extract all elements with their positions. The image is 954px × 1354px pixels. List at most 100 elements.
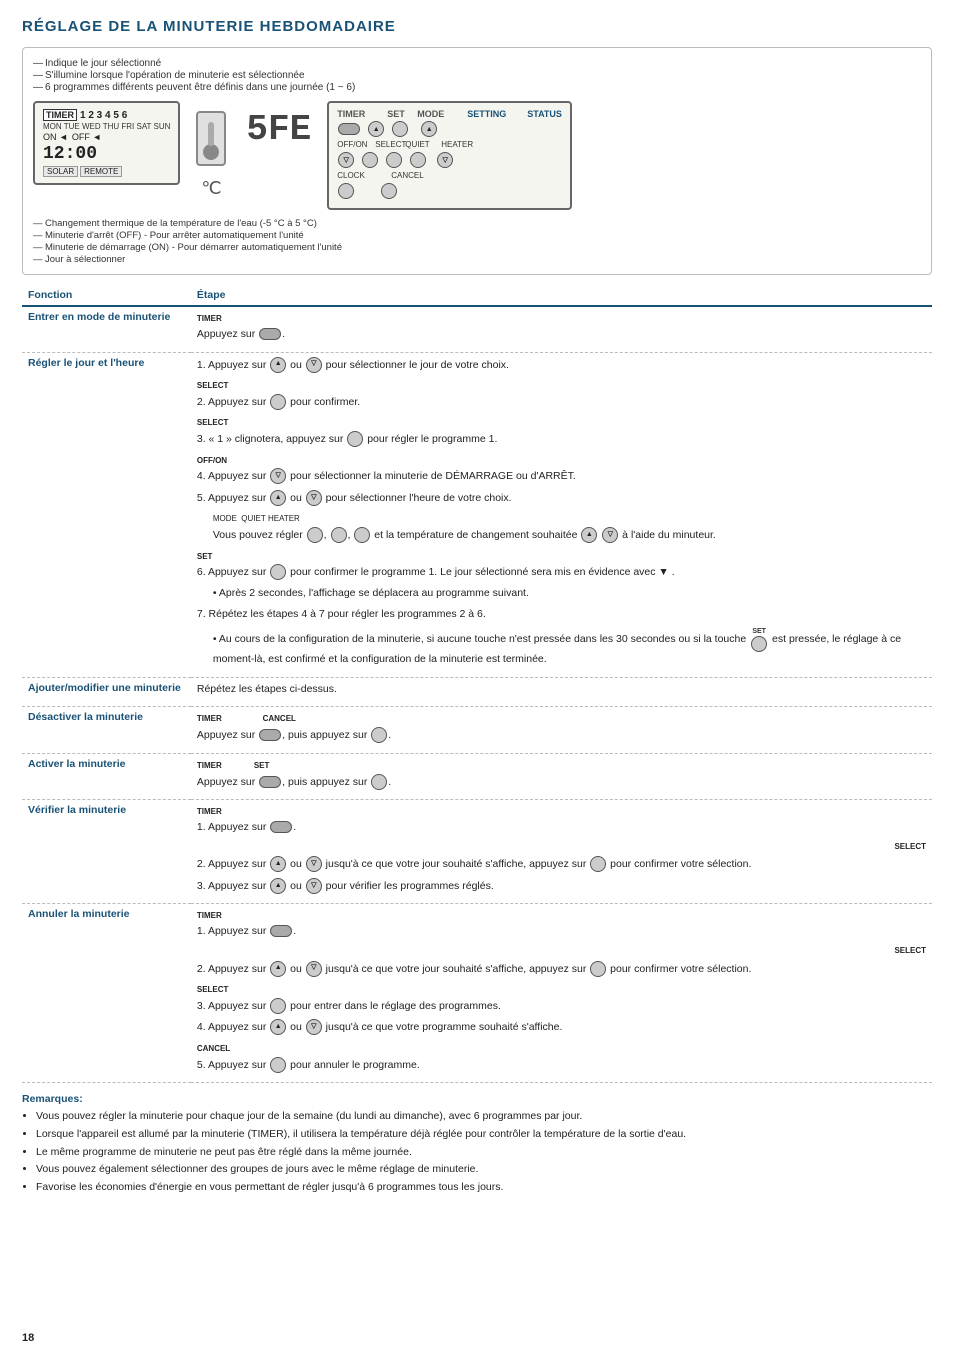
- set-btn-5[interactable]: [371, 774, 387, 790]
- select-btn-2-3[interactable]: [347, 431, 363, 447]
- table-row: Annuler la minuterie TIMER 1. Appuyez su…: [22, 904, 932, 1083]
- mode-btn-cp[interactable]: [392, 121, 408, 137]
- mode-btn-2[interactable]: [307, 527, 323, 543]
- up-btn-2-temp[interactable]: ▲: [581, 527, 597, 543]
- table-row: Ajouter/modifier une minuterie Répétez l…: [22, 677, 932, 707]
- up-btn-2-1[interactable]: ▲: [270, 357, 286, 373]
- clock-btn-cp[interactable]: [338, 183, 354, 199]
- set-btn-wrap: SET: [750, 627, 768, 652]
- step-2-6b: • Après 2 secondes, l'affichage se dépla…: [197, 586, 926, 602]
- diagram-row: TIMER 1 2 3 4 5 6 MON TUE WED THU FRI SA…: [33, 101, 921, 210]
- diagram-annotations-bottom: Changement thermique de la température d…: [33, 218, 921, 265]
- set-btn-2-6[interactable]: [270, 564, 286, 580]
- cp-off-on-label: OFF/ON: [337, 140, 365, 149]
- etape-7: TIMER 1. Appuyez sur . SELECT 2. Appuyez…: [191, 904, 932, 1083]
- up-btn-2-5[interactable]: ▲: [270, 490, 286, 506]
- cp-heater-label: HEATER: [441, 140, 473, 149]
- timer-btn-6-1[interactable]: [270, 821, 292, 833]
- annot-b1: Changement thermique de la température d…: [33, 218, 921, 229]
- remarks-list: Vous pouvez régler la minuterie pour cha…: [22, 1109, 932, 1194]
- timer-row: TIMER 1 2 3 4 5 6: [43, 109, 170, 121]
- cp-clock-label: CLOCK: [337, 171, 365, 180]
- remark-3: Le même programme de minuterie ne peut p…: [36, 1145, 932, 1160]
- page-number: 18: [22, 1332, 34, 1344]
- down-btn-7-4[interactable]: ▽: [306, 1019, 322, 1035]
- etape-3: Répétez les étapes ci-dessus.: [191, 677, 932, 707]
- status-down-btn[interactable]: ▽: [437, 152, 453, 168]
- up-btn-6-3[interactable]: ▲: [270, 878, 286, 894]
- select-btn-2-2[interactable]: [270, 394, 286, 410]
- status-up-btn[interactable]: ▲: [421, 121, 437, 137]
- time-display: 12:00: [43, 144, 170, 164]
- control-panel: TIMER SET MODE SETTING STATUS ▲ ▲ OFF/ON…: [327, 101, 572, 210]
- cancel-btn-4[interactable]: [371, 727, 387, 743]
- down-btn-6-3[interactable]: ▽: [306, 878, 322, 894]
- down-btn-6-2[interactable]: ▽: [306, 856, 322, 872]
- up-btn-6-2[interactable]: ▲: [270, 856, 286, 872]
- cancel-btn-cp[interactable]: [381, 183, 397, 199]
- timer-icon-label: TIMER: [197, 314, 222, 323]
- select-btn-6-2[interactable]: [590, 856, 606, 872]
- remark-4: Vous pouvez également sélectionner des g…: [36, 1162, 932, 1177]
- on-label: ON ◄: [43, 132, 68, 142]
- fonction-3: Ajouter/modifier une minuterie: [22, 677, 191, 707]
- set-btn-cp[interactable]: ▲: [368, 121, 384, 137]
- solar-label: SOLAR: [43, 166, 78, 177]
- timer-numbers: 1 2 3 4 5 6: [80, 110, 127, 121]
- cp-labels-row: OFF/ON SELECT QUIET HEATER: [337, 140, 562, 149]
- offon-btn-2-4[interactable]: ▽: [270, 468, 286, 484]
- timer-btn-5[interactable]: [259, 776, 281, 788]
- heater-btn-2[interactable]: [354, 527, 370, 543]
- step-2-3: SELECT 3. « 1 » clignotera, appuyez sur …: [197, 415, 926, 447]
- fonction-5: Activer la minuterie: [22, 753, 191, 799]
- heater-btn-cp[interactable]: [410, 152, 426, 168]
- step-6-1: TIMER 1. Appuyez sur .: [197, 804, 926, 836]
- select-btn-7-3[interactable]: [270, 998, 286, 1014]
- fonction-4: Désactiver la minuterie: [22, 707, 191, 753]
- table-row: Désactiver la minuterie TIMER CANCEL App…: [22, 707, 932, 753]
- step-7-1: TIMER 1. Appuyez sur .: [197, 908, 926, 940]
- up-btn-7-2[interactable]: ▲: [270, 961, 286, 977]
- etape-5: TIMER SET Appuyez sur , puis appuyez sur…: [191, 753, 932, 799]
- cp-timer-header: TIMER: [337, 109, 387, 119]
- annot-b2: Minuterie d'arrêt (OFF) - Pour arrêter a…: [33, 230, 921, 241]
- instructions-table: Fonction Étape Entrer en mode de minuter…: [22, 285, 932, 1083]
- cp-setting-header: SETTING: [467, 109, 527, 119]
- fonction-6: Vérifier la minuterie: [22, 800, 191, 904]
- up-btn-7-4[interactable]: ▲: [270, 1019, 286, 1035]
- annotation-3: 6 programmes différents peuvent être déf…: [33, 82, 921, 93]
- quiet-btn-2[interactable]: [331, 527, 347, 543]
- down-btn-2-1[interactable]: ▽: [306, 357, 322, 373]
- on-off-row: ON ◄ OFF ◄: [43, 132, 170, 142]
- table-row: Entrer en mode de minuterie TIMER Appuye…: [22, 306, 932, 352]
- annotation-2: S'illumine lorsque l'opération de minute…: [33, 70, 921, 81]
- down-btn-2-temp[interactable]: ▽: [602, 527, 618, 543]
- remark-5: Favorise les économies d'énergie en vous…: [36, 1180, 932, 1195]
- quiet-btn-cp[interactable]: [386, 152, 402, 168]
- fonction-1: Entrer en mode de minuterie: [22, 306, 191, 352]
- off-on-btn[interactable]: ▽: [338, 152, 354, 168]
- diagram-annotations-top: Indique le jour sélectionné S'illumine l…: [33, 58, 921, 93]
- step-7-5: CANCEL 5. Appuyez sur pour annuler le pr…: [197, 1041, 926, 1073]
- select-btn-7-2[interactable]: [590, 961, 606, 977]
- day-row: MON TUE WED THU FRI SAT SUN: [43, 122, 170, 131]
- timer-btn-4[interactable]: [259, 729, 281, 741]
- step-5-1: TIMER SET Appuyez sur , puis appuyez sur…: [197, 758, 926, 790]
- cp-quiet-label: QUIET: [405, 140, 435, 149]
- cancel-btn-7-5[interactable]: [270, 1057, 286, 1073]
- down-btn-2-5[interactable]: ▽: [306, 490, 322, 506]
- table-row: Régler le jour et l'heure 1. Appuyez sur…: [22, 352, 932, 677]
- step-6-3: 3. Appuyez sur ▲ ou ▽ pour vérifier les …: [197, 878, 926, 895]
- step-4-1: TIMER CANCEL Appuyez sur , puis appuyez …: [197, 711, 926, 743]
- set-btn-2-7b[interactable]: [751, 636, 767, 652]
- select-btn-cp[interactable]: [362, 152, 378, 168]
- down-btn-7-2[interactable]: ▽: [306, 961, 322, 977]
- timer-btn-7-1[interactable]: [270, 925, 292, 937]
- annotation-1: Indique le jour sélectionné: [33, 58, 921, 69]
- timer-btn-cp[interactable]: [338, 123, 360, 135]
- timer-label-box: TIMER: [43, 109, 77, 121]
- step-2-4: OFF/ON 4. Appuyez sur ▽ pour sélectionne…: [197, 453, 926, 485]
- step-2-5b: MODE QUIET HEATER Vous pouvez régler , ,…: [197, 511, 926, 543]
- col-etape-header: Étape: [191, 285, 932, 306]
- timer-btn-inline-1[interactable]: [259, 328, 281, 340]
